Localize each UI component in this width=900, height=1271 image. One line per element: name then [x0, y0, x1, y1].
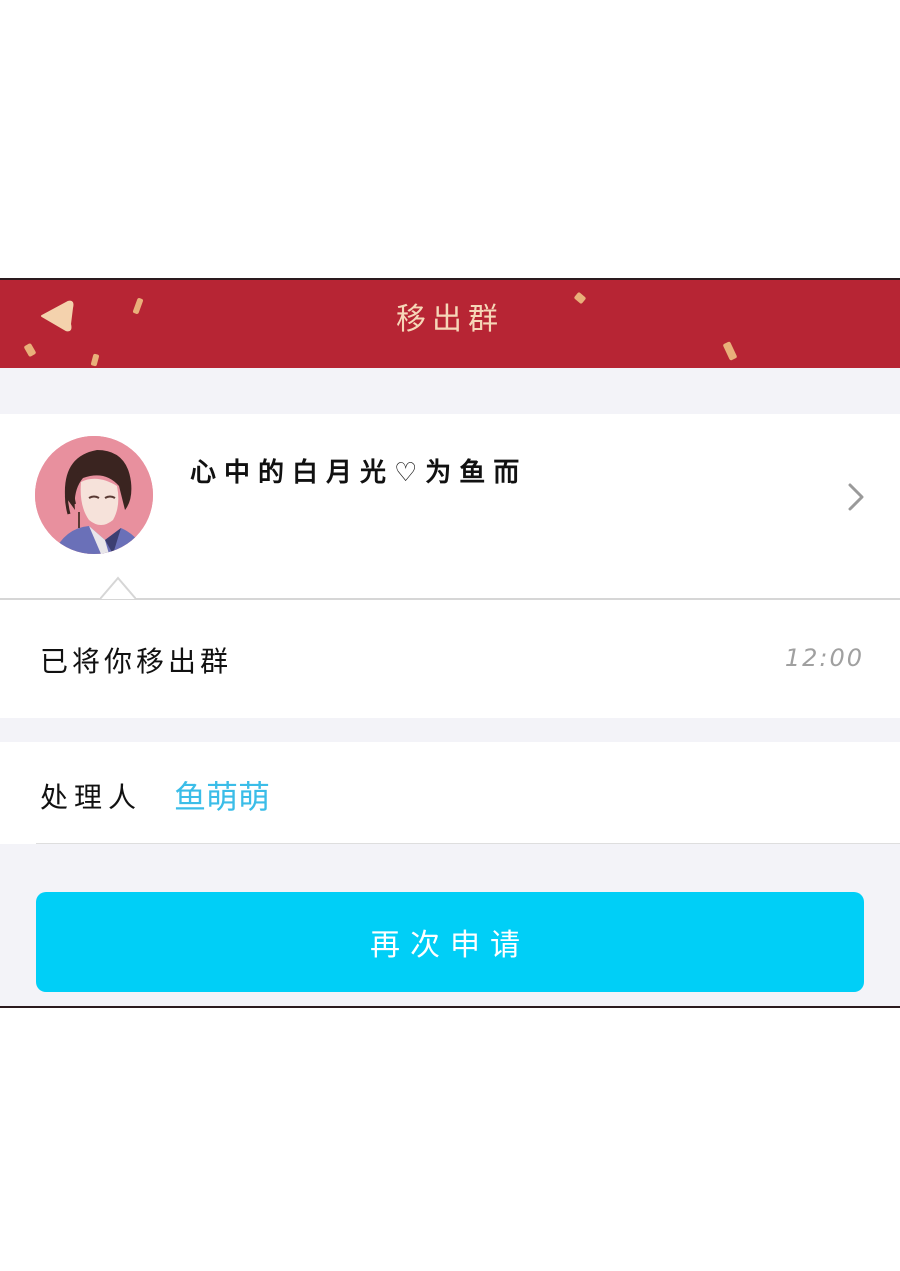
- handler-row: 处理人 鱼萌萌: [0, 742, 900, 844]
- user-name[interactable]: 心中的白月光♡为鱼而: [190, 452, 527, 489]
- user-avatar[interactable]: [35, 436, 153, 554]
- app-screen: 移出群 心中的白月光♡为鱼而 已将你移出群 12:00 处理人 鱼萌萌 再次申请: [0, 278, 900, 1008]
- confetti-decoration: [23, 342, 37, 358]
- speech-pointer: [100, 576, 136, 600]
- chevron-right-icon[interactable]: [846, 482, 866, 512]
- user-card[interactable]: 心中的白月光♡为鱼而: [0, 414, 900, 600]
- handler-label: 处理人: [40, 781, 143, 814]
- confetti-decoration: [90, 353, 100, 367]
- handler-name-link[interactable]: 鱼萌萌: [174, 772, 270, 818]
- confetti-decoration: [722, 341, 738, 361]
- header-bar: 移出群: [0, 280, 900, 368]
- notice-text: 已将你移出群: [40, 645, 233, 678]
- avatar-illustration: [35, 436, 153, 554]
- notice-row: 已将你移出群 12:00: [0, 600, 900, 718]
- reapply-button[interactable]: 再次申请: [36, 892, 864, 992]
- notice-time: 12:00: [784, 644, 864, 672]
- divider: [36, 843, 900, 844]
- page-title: 移出群: [396, 302, 504, 337]
